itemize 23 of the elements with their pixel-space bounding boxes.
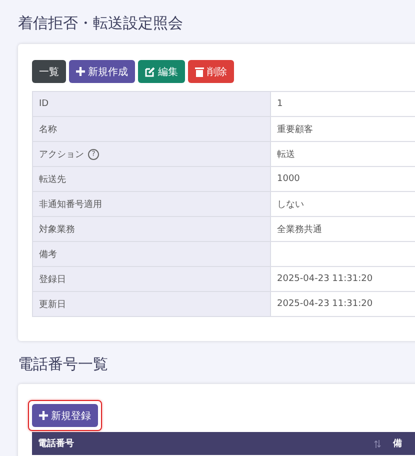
field-label-text: 転送先 <box>39 174 66 186</box>
field-label-text: ID <box>39 99 49 109</box>
plus-icon <box>39 411 48 420</box>
column-header[interactable]: 電話番号 <box>32 437 387 450</box>
plus-icon <box>76 67 85 76</box>
field-label-text: 登録日 <box>39 274 66 286</box>
field-label-text: 対象業務 <box>39 224 75 236</box>
field-label-text: 更新日 <box>39 298 66 310</box>
page-title: 着信拒否・転送設定照会 <box>18 13 184 34</box>
field-label-text: 備考 <box>39 248 57 260</box>
column-header[interactable]: 備 <box>387 437 408 450</box>
section-title: 電話番号一覧 <box>18 354 109 375</box>
delete-button[interactable]: 削除 <box>188 60 234 83</box>
edit-button[interactable]: 編集 <box>138 60 185 83</box>
field-label-text: 名称 <box>39 124 57 136</box>
trash-icon <box>195 66 204 76</box>
list-button[interactable]: 一覧 <box>32 60 66 83</box>
field-value: 1 <box>270 92 415 116</box>
add-button[interactable]: 新規登録 <box>32 404 98 427</box>
edit-icon <box>145 66 155 76</box>
field-label-text: アクション <box>39 148 84 160</box>
field-label-text: 非通知番号適用 <box>39 198 102 210</box>
new-button[interactable]: 新規作成 <box>69 60 135 83</box>
